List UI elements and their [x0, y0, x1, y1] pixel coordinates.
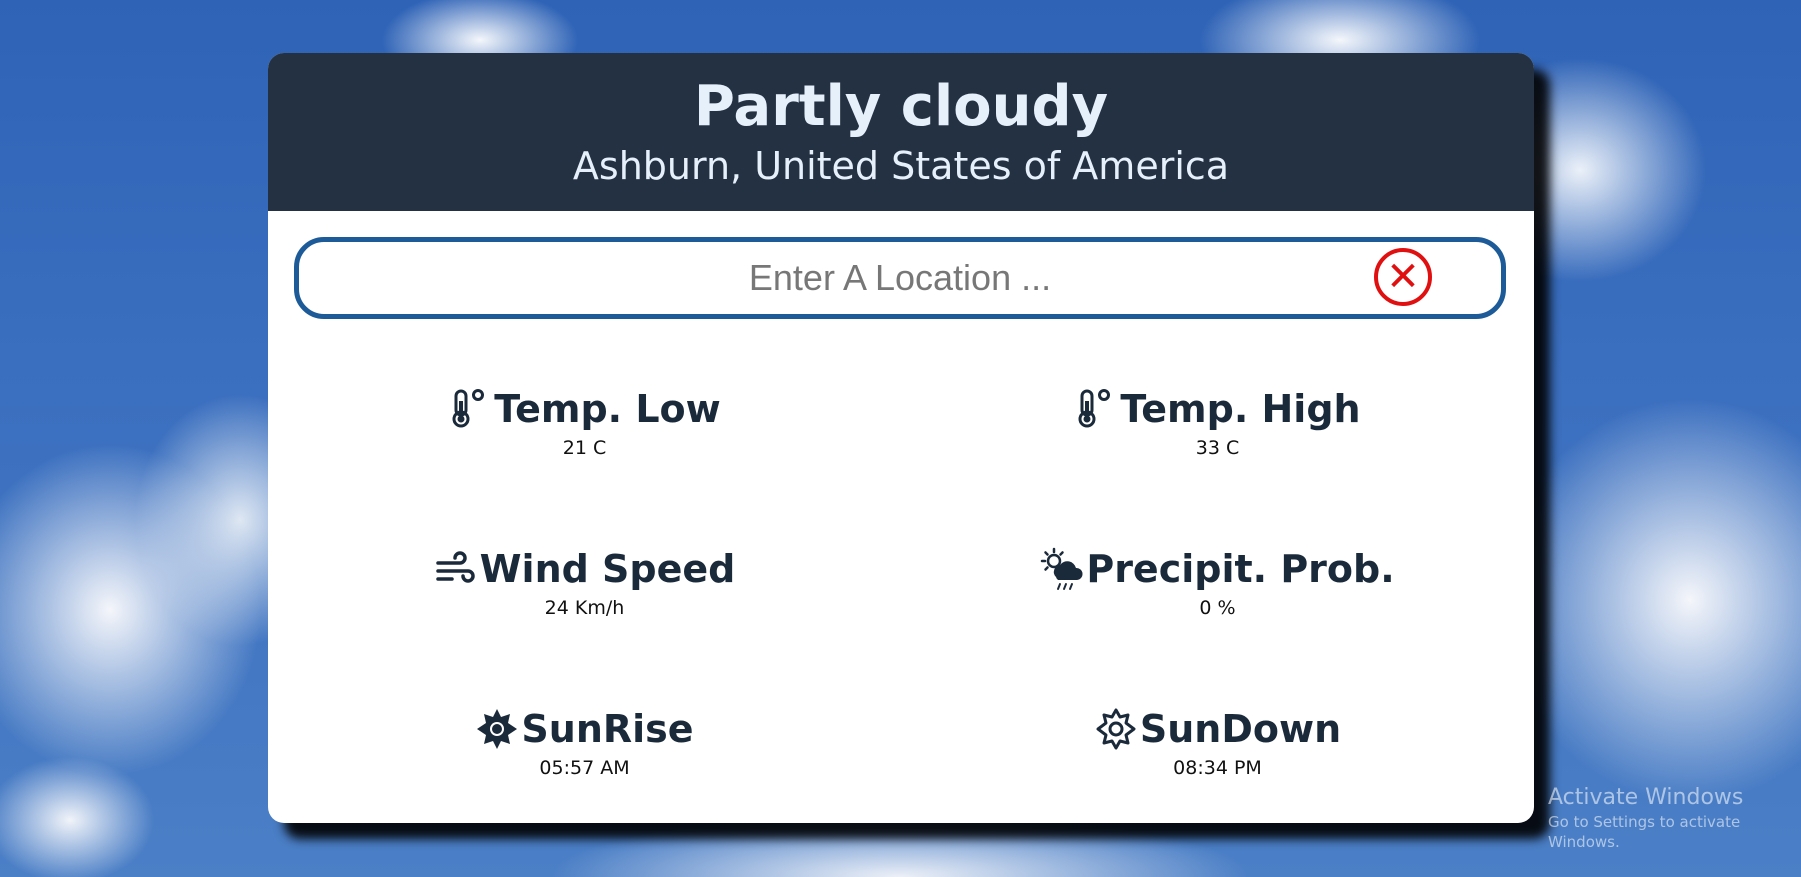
stat-label: Temp. High	[1120, 387, 1361, 431]
watermark-subtitle: Go to Settings to activate Windows.	[1548, 813, 1741, 851]
stat-label: Precipit. Prob.	[1086, 547, 1395, 591]
watermark-title: Activate Windows	[1548, 785, 1744, 810]
thermometer-icon	[452, 389, 485, 428]
stat-label: SunDown	[1139, 707, 1342, 751]
stat-value: 33 C	[1195, 437, 1240, 459]
sun-cloud-rain-icon	[1041, 547, 1083, 590]
stat-wind-speed: Wind Speed 24 Km/h	[268, 545, 901, 621]
clear-search-button[interactable]: ✕	[1374, 248, 1432, 306]
location-search: ✕	[294, 237, 1506, 319]
stat-precipitation: Precipit. Prob. 0 %	[901, 545, 1534, 621]
stat-temp-low: Temp. Low 21 C	[268, 385, 901, 461]
condition-title: Partly cloudy	[693, 74, 1109, 139]
sun-outline-icon	[1096, 708, 1136, 750]
weather-card: Partly cloudy Ashburn, United States of …	[268, 53, 1534, 823]
weather-header: Partly cloudy Ashburn, United States of …	[268, 53, 1534, 211]
stat-sundown: SunDown 08:34 PM	[901, 705, 1534, 781]
stat-label: Wind Speed	[479, 547, 736, 591]
wind-icon	[435, 551, 475, 583]
location-subtitle: Ashburn, United States of America	[572, 144, 1230, 188]
stat-value: 05:57 AM	[539, 757, 630, 779]
stat-value: 08:34 PM	[1173, 757, 1262, 779]
sun-filled-icon	[477, 709, 518, 749]
stat-value: 21 C	[562, 437, 607, 459]
location-search-input[interactable]	[299, 242, 1501, 314]
stat-temp-high: Temp. High 33 C	[901, 385, 1534, 461]
thermometer-icon	[1078, 389, 1111, 428]
stat-sunrise: SunRise 05:57 AM	[268, 705, 901, 781]
stat-value: 24 Km/h	[544, 597, 625, 619]
stat-value: 0 %	[1199, 597, 1236, 619]
stat-label: Temp. Low	[494, 387, 721, 431]
activate-windows-watermark: Activate Windows Go to Settings to activ…	[1548, 784, 1801, 852]
close-circle-icon: ✕	[1386, 254, 1420, 300]
stat-label: SunRise	[521, 707, 694, 751]
